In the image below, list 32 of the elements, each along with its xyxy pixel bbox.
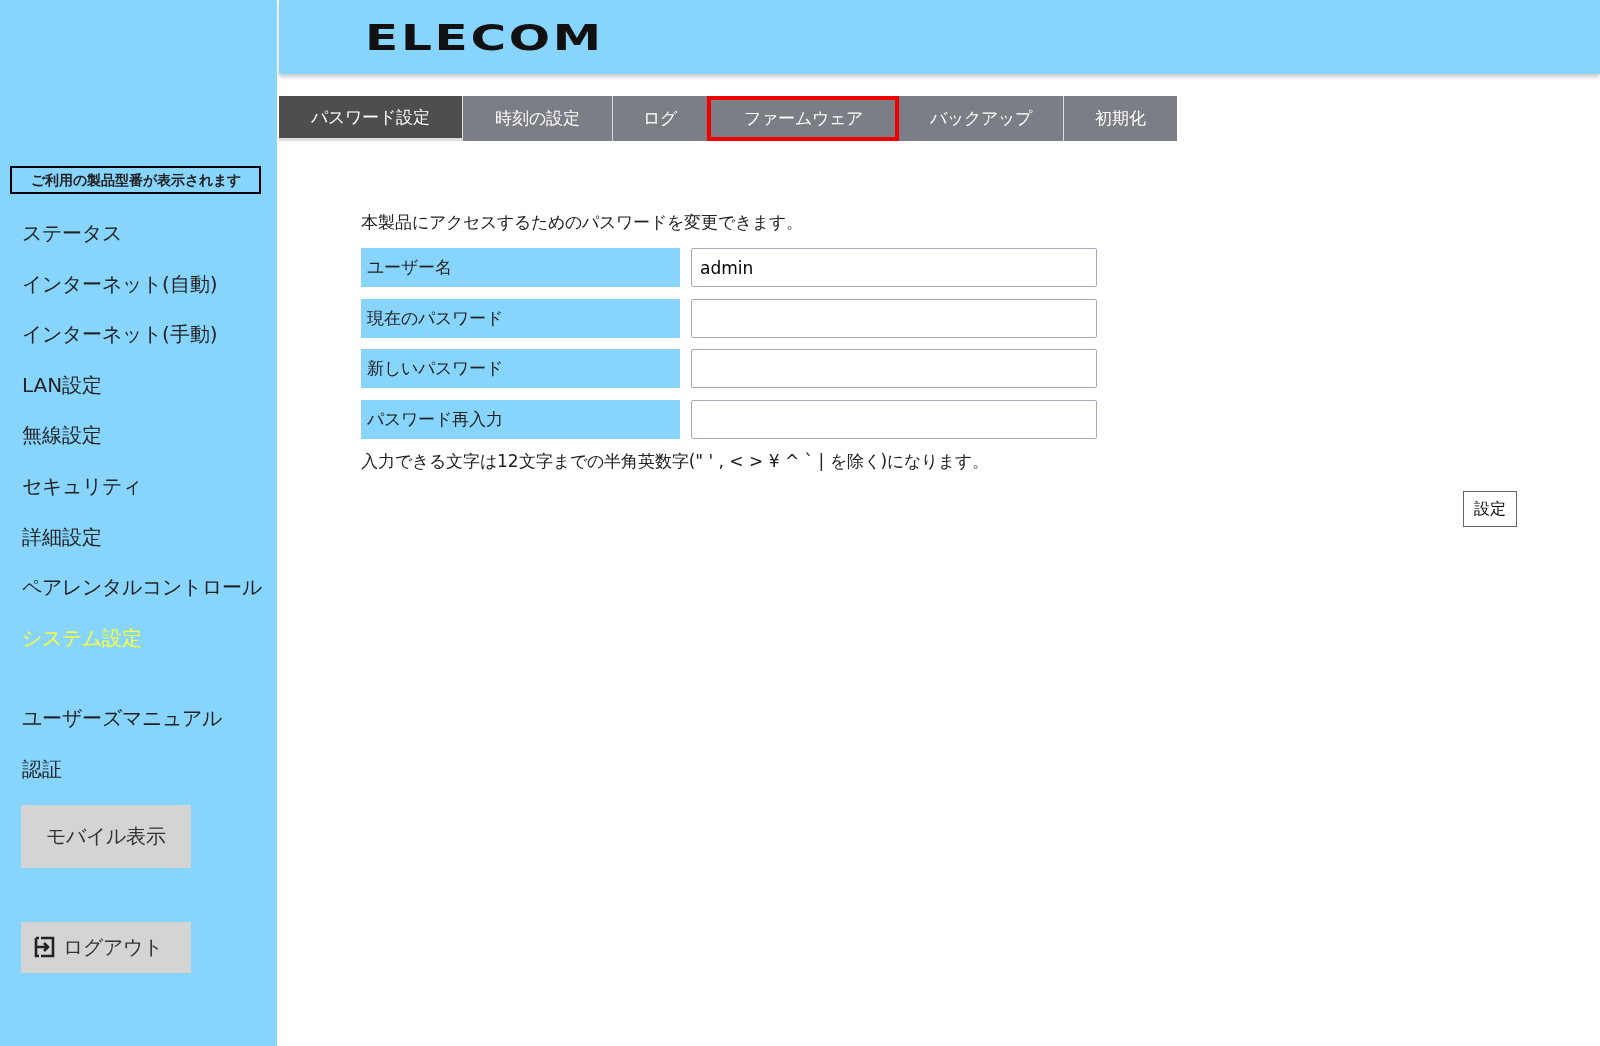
input-field[interactable]	[691, 349, 1097, 389]
sidebar-item[interactable]: LAN設定	[0, 365, 277, 417]
sidebar-item[interactable]: ペアレンタルコントロール	[0, 568, 277, 619]
field-label: 現在のパスワード	[361, 298, 680, 338]
logout-button[interactable]: ログアウト	[21, 921, 191, 973]
note-text: 入力できる文字は12文字までの半角英数字(" ' , < > ¥ ^ ` | を除く)になります。	[361, 450, 991, 474]
input-field[interactable]	[691, 399, 1097, 439]
sidebar-item[interactable]: インターネット(自動)	[0, 264, 277, 316]
tab[interactable]: バックアップ	[899, 96, 1063, 141]
sidebar-link[interactable]: ユーザーズマニュアル	[0, 699, 277, 750]
sidebar-item[interactable]: ステータス	[0, 214, 277, 265]
logo: ELECOM	[365, 16, 604, 58]
sidebar-item[interactable]: インターネット(手動)	[0, 315, 277, 366]
tab[interactable]: ファームウェア	[707, 96, 899, 141]
field-label: パスワード再入力	[361, 399, 680, 439]
field-label: ユーザー名	[361, 248, 680, 287]
tab[interactable]: 時刻の設定	[462, 96, 612, 141]
tab[interactable]: ログ	[612, 96, 707, 141]
sidebar-link[interactable]: 認証	[0, 749, 277, 801]
input-field[interactable]: admin	[691, 248, 1097, 287]
sidebar-item[interactable]: 詳細設定	[0, 517, 277, 569]
intro-text: 本製品にアクセスするためのパスワードを変更できます。	[361, 211, 804, 234]
logout-icon	[33, 935, 57, 960]
model-label: ご利用の製品型番が表示されます	[10, 166, 261, 194]
sidebar-item[interactable]: 無線設定	[0, 416, 277, 467]
sidebar-item[interactable]: セキュリティ	[0, 466, 277, 518]
field-label: 新しいパスワード	[361, 349, 680, 389]
input-field[interactable]	[691, 298, 1097, 338]
mobile-view-button[interactable]: モバイル表示	[21, 804, 191, 868]
submit-button[interactable]: 設定	[1463, 491, 1517, 528]
tab[interactable]: 初期化	[1063, 96, 1177, 141]
tab[interactable]: パスワード設定	[279, 96, 462, 141]
